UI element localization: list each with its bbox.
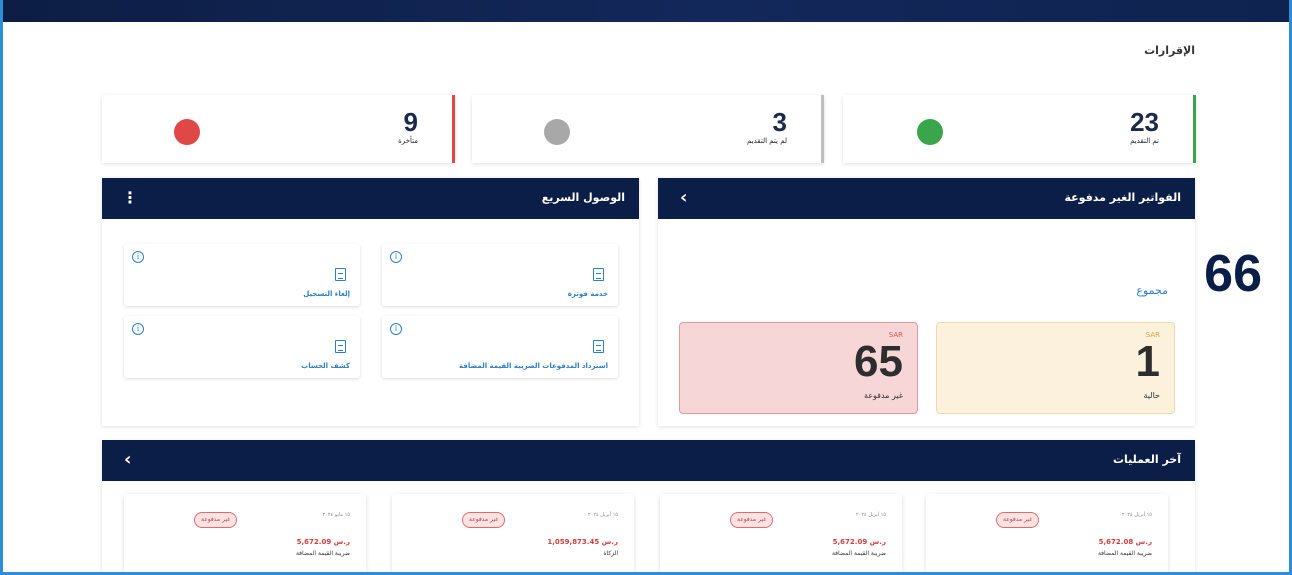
stat-card-not-submitted[interactable]: 3 لم يتم التقديم	[472, 95, 824, 163]
status-dot-gray-icon	[544, 119, 570, 145]
current-label: حالية	[1143, 391, 1160, 400]
stat-value: 3	[772, 107, 787, 137]
current-count: 1	[1135, 337, 1160, 386]
operation-type: ضريبة القيمة المضافة	[1097, 550, 1152, 557]
stat-value: 23	[1130, 107, 1159, 137]
quick-access-label: خدمة فوترة	[567, 290, 608, 298]
quick-access-label: استرداد المدفوعات الضريبة القيمة المضافة	[459, 362, 608, 370]
document-icon	[593, 340, 604, 353]
status-badge: غير مدفوعة	[194, 512, 238, 528]
operation-date: ١٥ أبريل ٢٠٢٤	[855, 512, 886, 518]
stat-label: لم يتم التقديم	[747, 137, 787, 145]
operation-card[interactable]: غير مدفوعة ١٥ أبريل ٢٠٢٤ 5,672.09 ر.س ضر…	[660, 494, 902, 574]
operation-card[interactable]: غير مدفوعة ١٥ مايو ٢٠٢٤ 5,672.09 ر.س ضري…	[124, 494, 366, 574]
quick-access-card[interactable]: i كشف الحساب	[124, 316, 360, 378]
panel-header: الفواتير الغير مدفوعة ‹	[658, 178, 1195, 219]
chevron-left-icon[interactable]: ‹	[124, 449, 131, 470]
quick-access-card[interactable]: i استرداد المدفوعات الضريبة القيمة المضا…	[382, 316, 618, 378]
document-icon	[593, 268, 604, 281]
document-icon	[335, 340, 346, 353]
status-dot-green-icon	[917, 119, 943, 145]
quick-access-label: كشف الحساب	[301, 362, 350, 370]
stat-card-overdue[interactable]: 9 متأخرة	[102, 95, 455, 163]
operation-amount: 1,059,873.45 ر.س	[547, 538, 618, 546]
more-vertical-icon[interactable]: ⋮	[122, 188, 138, 207]
quick-access-label: إلغاء التسجيل	[303, 290, 350, 298]
stat-card-submitted[interactable]: 23 تم التقديم	[843, 95, 1196, 163]
overdue-label: غير مدفوعة	[863, 391, 903, 400]
operation-amount: 5,672.09 ر.س	[832, 538, 886, 546]
panel-header: الوصول السريع ⋮	[102, 178, 639, 219]
operation-type: ضريبة القيمة المضافة	[831, 550, 886, 557]
info-icon[interactable]: i	[390, 323, 402, 335]
current-invoices-box[interactable]: SAR 1 حالية	[936, 322, 1175, 414]
info-icon[interactable]: i	[390, 251, 402, 263]
unpaid-total: 66	[1204, 245, 1262, 303]
operation-date: ١٥ أبريل ٢٠٢٤	[587, 512, 618, 518]
overdue-invoices-box[interactable]: SAR 65 غير مدفوعة	[679, 322, 918, 414]
operation-type: ضريبة القيمة المضافة	[295, 550, 350, 557]
operation-amount: 5,672.09 ر.س	[296, 538, 350, 546]
overdue-count: 65	[854, 337, 903, 386]
document-icon	[335, 268, 346, 281]
top-navbar	[0, 0, 1292, 22]
panel-title: الوصول السريع	[541, 191, 625, 204]
quick-access-card[interactable]: i خدمة فوترة	[382, 244, 618, 306]
quick-access-card[interactable]: i إلغاء التسجيل	[124, 244, 360, 306]
status-badge: غير مدفوعة	[462, 512, 506, 528]
status-badge: غير مدفوعة	[730, 512, 774, 528]
operation-date: ١٥ أبريل ٢٠٢٤	[1121, 512, 1152, 518]
panel-title: آخر العمليات	[1112, 453, 1181, 466]
info-icon[interactable]: i	[132, 323, 144, 335]
status-badge: غير مدفوعة	[996, 512, 1040, 528]
stat-label: تم التقديم	[1130, 137, 1159, 145]
operation-date: ١٥ مايو ٢٠٢٤	[322, 512, 350, 518]
chevron-left-icon[interactable]: ‹	[680, 187, 687, 208]
stat-value: 9	[403, 107, 418, 137]
info-icon[interactable]: i	[132, 251, 144, 263]
page-title: الإقرارات	[1144, 44, 1195, 57]
panel-title: الفواتير الغير مدفوعة	[1064, 191, 1182, 204]
status-dot-red-icon	[174, 119, 200, 145]
total-label: مجموع	[1136, 284, 1168, 297]
operation-amount: 5,672.08 ر.س	[1098, 538, 1152, 546]
operation-card[interactable]: غير مدفوعة ١٥ أبريل ٢٠٢٤ 1,059,873.45 ر.…	[392, 494, 634, 574]
panel-header: آخر العمليات ‹	[102, 440, 1195, 481]
stat-label: متأخرة	[398, 137, 418, 145]
operation-card[interactable]: غير مدفوعة ١٥ أبريل ٢٠٢٤ 5,672.08 ر.س ضر…	[926, 494, 1168, 574]
operation-type: الزكاة	[603, 550, 618, 557]
